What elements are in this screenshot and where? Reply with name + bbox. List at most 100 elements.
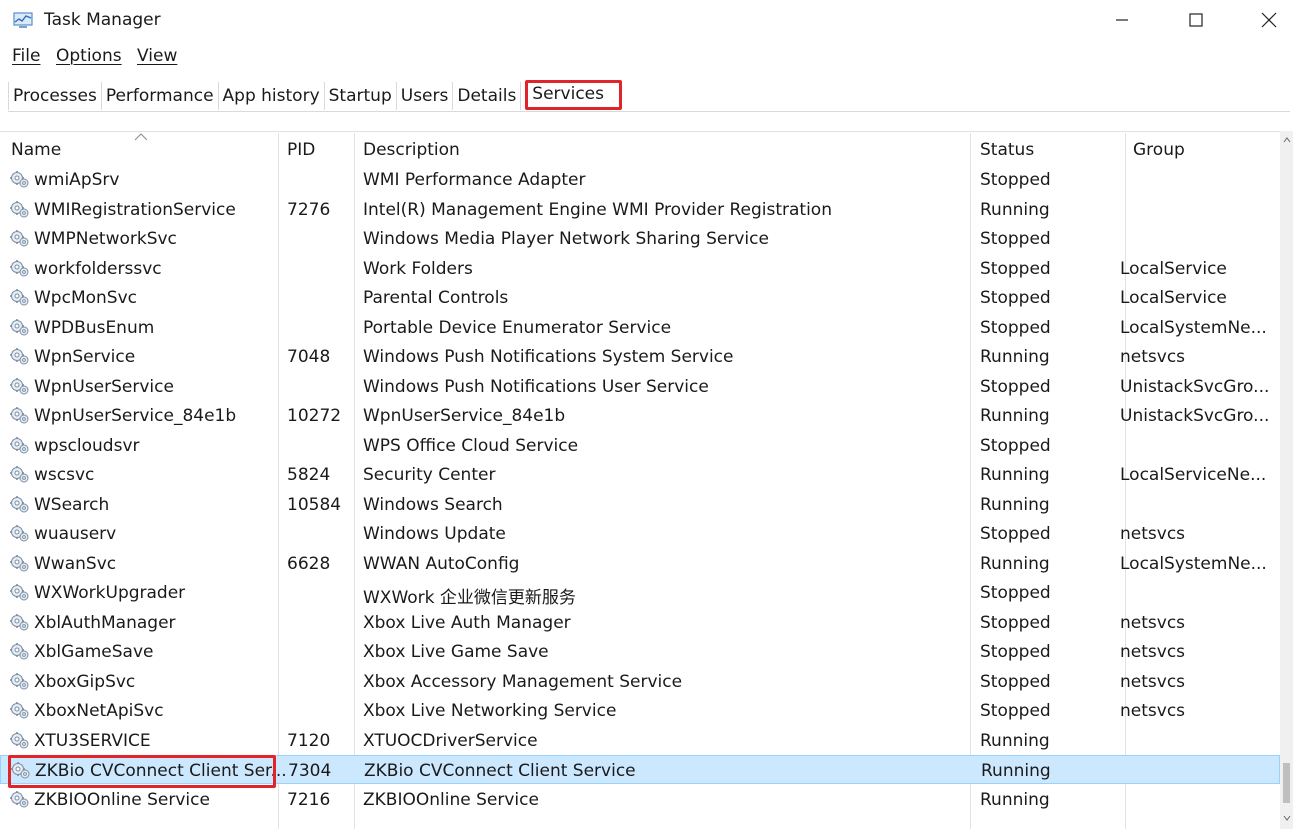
service-status: Stopped: [980, 701, 1051, 721]
menu-file[interactable]: File: [12, 46, 40, 66]
service-description: Windows Search: [363, 495, 503, 515]
minimize-icon: [1116, 19, 1128, 21]
service-gear-icon: [9, 259, 31, 279]
service-description: WMI Performance Adapter: [363, 170, 586, 190]
service-name: WpnUserService_84e1b: [34, 406, 237, 426]
table-row[interactable]: wpscloudsvr WPS Office Cloud Service Stopp…: [0, 431, 1280, 460]
service-name: WwanSvc: [34, 554, 117, 574]
table-header: Name PID Description Status Group: [0, 131, 1280, 165]
menu-options[interactable]: Options: [56, 46, 122, 66]
table-row[interactable]: wmiApSrv WMI Performance Adapter Stopped: [0, 165, 1280, 194]
service-gear-icon: [9, 377, 31, 397]
table-row[interactable]: WXWorkUpgrader WXWork 企业微信更新服务 Stopped: [0, 578, 1280, 608]
table-row[interactable]: WSearch 10584 Windows Search Running: [0, 490, 1280, 519]
scroll-up-icon[interactable]: [1283, 137, 1291, 143]
service-status: Running: [980, 495, 1050, 515]
service-description: Xbox Live Networking Service: [363, 701, 617, 721]
table-row[interactable]: WPDBusEnum Portable Device Enumerator Ser…: [0, 313, 1280, 342]
service-group: netsvcs: [1120, 524, 1186, 544]
service-name: WMPNetworkSvc: [34, 229, 177, 249]
service-group: LocalSystemNe...: [1120, 318, 1267, 338]
vertical-scrollbar[interactable]: [1280, 131, 1293, 829]
column-header-pid[interactable]: PID: [287, 140, 315, 160]
close-button[interactable]: [1249, 6, 1289, 34]
service-status: Stopped: [980, 170, 1051, 190]
minimize-button[interactable]: [1102, 6, 1142, 34]
service-gear-icon: [9, 318, 31, 338]
scroll-thumb[interactable]: [1283, 763, 1290, 803]
table-row[interactable]: WpcMonSvc Parental Controls Stopped LocalSe…: [0, 283, 1280, 312]
column-header-group[interactable]: Group: [1133, 140, 1185, 160]
tab-users[interactable]: Users: [397, 82, 454, 110]
table-row[interactable]: ZKBIOOnline Service 7216 ZKBIOOnline Servi…: [0, 785, 1280, 814]
service-description: Windows Push Notifications System Servic…: [363, 347, 734, 367]
service-pid: 10272: [287, 406, 342, 426]
table-row[interactable]: wscsvc 5824 Security Center Running LocalSer…: [0, 460, 1280, 489]
table-row[interactable]: wuauserv Windows Update Stopped netsvcs: [0, 519, 1280, 548]
service-status: Stopped: [980, 583, 1051, 603]
service-gear-icon: [9, 524, 31, 544]
column-header-description[interactable]: Description: [363, 140, 460, 160]
service-status: Running: [980, 731, 1050, 751]
service-gear-icon: [9, 790, 31, 810]
service-name: XboxNetApiSvc: [34, 701, 164, 721]
service-group: netsvcs: [1120, 701, 1186, 721]
table-row[interactable]: WMIRegistrationService 7276 Intel(R) Manag…: [0, 195, 1280, 224]
service-description: Work Folders: [363, 259, 473, 279]
service-gear-icon: [9, 170, 31, 190]
service-pid: 7120: [287, 731, 331, 751]
service-name: WSearch: [34, 495, 110, 515]
service-description: WWAN AutoConfig: [363, 554, 520, 574]
service-pid: 7276: [287, 200, 331, 220]
table-row[interactable]: XboxGipSvc Xbox Accessory Management Serv…: [0, 667, 1280, 696]
tab-processes[interactable]: Processes: [8, 82, 102, 110]
maximize-button[interactable]: [1176, 6, 1216, 34]
tab-startup[interactable]: Startup: [325, 82, 397, 110]
tab-services[interactable]: Services: [525, 80, 622, 110]
sort-ascending-icon[interactable]: [134, 133, 148, 141]
table-row[interactable]: XboxNetApiSvc Xbox Live Networking Servic…: [0, 696, 1280, 725]
close-icon: [1261, 12, 1277, 28]
service-group: LocalSystemNe...: [1120, 554, 1267, 574]
service-group: netsvcs: [1120, 672, 1186, 692]
table-row[interactable]: WpnService 7048 Windows Push Notifications…: [0, 342, 1280, 371]
service-description: Intel(R) Management Engine WMI Provider …: [363, 200, 832, 220]
service-name: WpnService: [34, 347, 136, 367]
service-group: netsvcs: [1120, 642, 1186, 662]
service-status: Stopped: [980, 318, 1051, 338]
tab-performance[interactable]: Performance: [102, 82, 219, 110]
service-group: UnistackSvcGro...: [1120, 406, 1270, 426]
maximize-icon: [1189, 13, 1203, 27]
table-row[interactable]: workfolderssvc Work Folders Stopped LocalSe…: [0, 254, 1280, 283]
service-status: Stopped: [980, 613, 1051, 633]
service-status: Stopped: [980, 259, 1051, 279]
service-status: Running: [980, 554, 1050, 574]
service-description: Xbox Live Auth Manager: [363, 613, 571, 633]
service-description: Windows Push Notifications User Service: [363, 377, 709, 397]
service-status: Stopped: [980, 642, 1051, 662]
menu-view[interactable]: View: [137, 46, 177, 66]
table-row[interactable]: XblGameSave Xbox Live Game Save Stopped net…: [0, 637, 1280, 666]
service-name: wuauserv: [34, 524, 117, 544]
column-header-status[interactable]: Status: [980, 140, 1034, 160]
service-name: WpnUserService: [34, 377, 174, 397]
scroll-down-icon[interactable]: [1283, 815, 1291, 821]
service-group: UnistackSvcGro...: [1120, 377, 1270, 397]
service-description: WXWork 企业微信更新服务: [363, 588, 576, 608]
service-name: WMIRegistrationService: [34, 200, 236, 220]
column-header-name[interactable]: Name: [11, 140, 61, 160]
table-row[interactable]: WwanSvc 6628 WWAN AutoConfig Running LocalSy…: [0, 549, 1280, 578]
table-row[interactable]: WMPNetworkSvc Windows Media Player Networ…: [0, 224, 1280, 253]
service-name: WpcMonSvc: [34, 288, 137, 308]
service-status: Running: [981, 761, 1051, 781]
table-row[interactable]: XTU3SERVICE 7120 XTUOCDriverService Running: [0, 726, 1280, 755]
table-row[interactable]: WpnUserService_84e1b 10272 WpnUserService_…: [0, 401, 1280, 430]
service-status: Running: [980, 200, 1050, 220]
table-row[interactable]: XblAuthManager Xbox Live Auth Manager Stop…: [0, 608, 1280, 637]
tab-app-history[interactable]: App history: [219, 82, 325, 110]
table-row[interactable]: WpnUserService Windows Push Notifications…: [0, 372, 1280, 401]
tab-details[interactable]: Details: [453, 82, 522, 110]
service-name: wmiApSrv: [34, 170, 120, 190]
service-status: Running: [980, 465, 1050, 485]
service-pid: 6628: [287, 554, 331, 574]
